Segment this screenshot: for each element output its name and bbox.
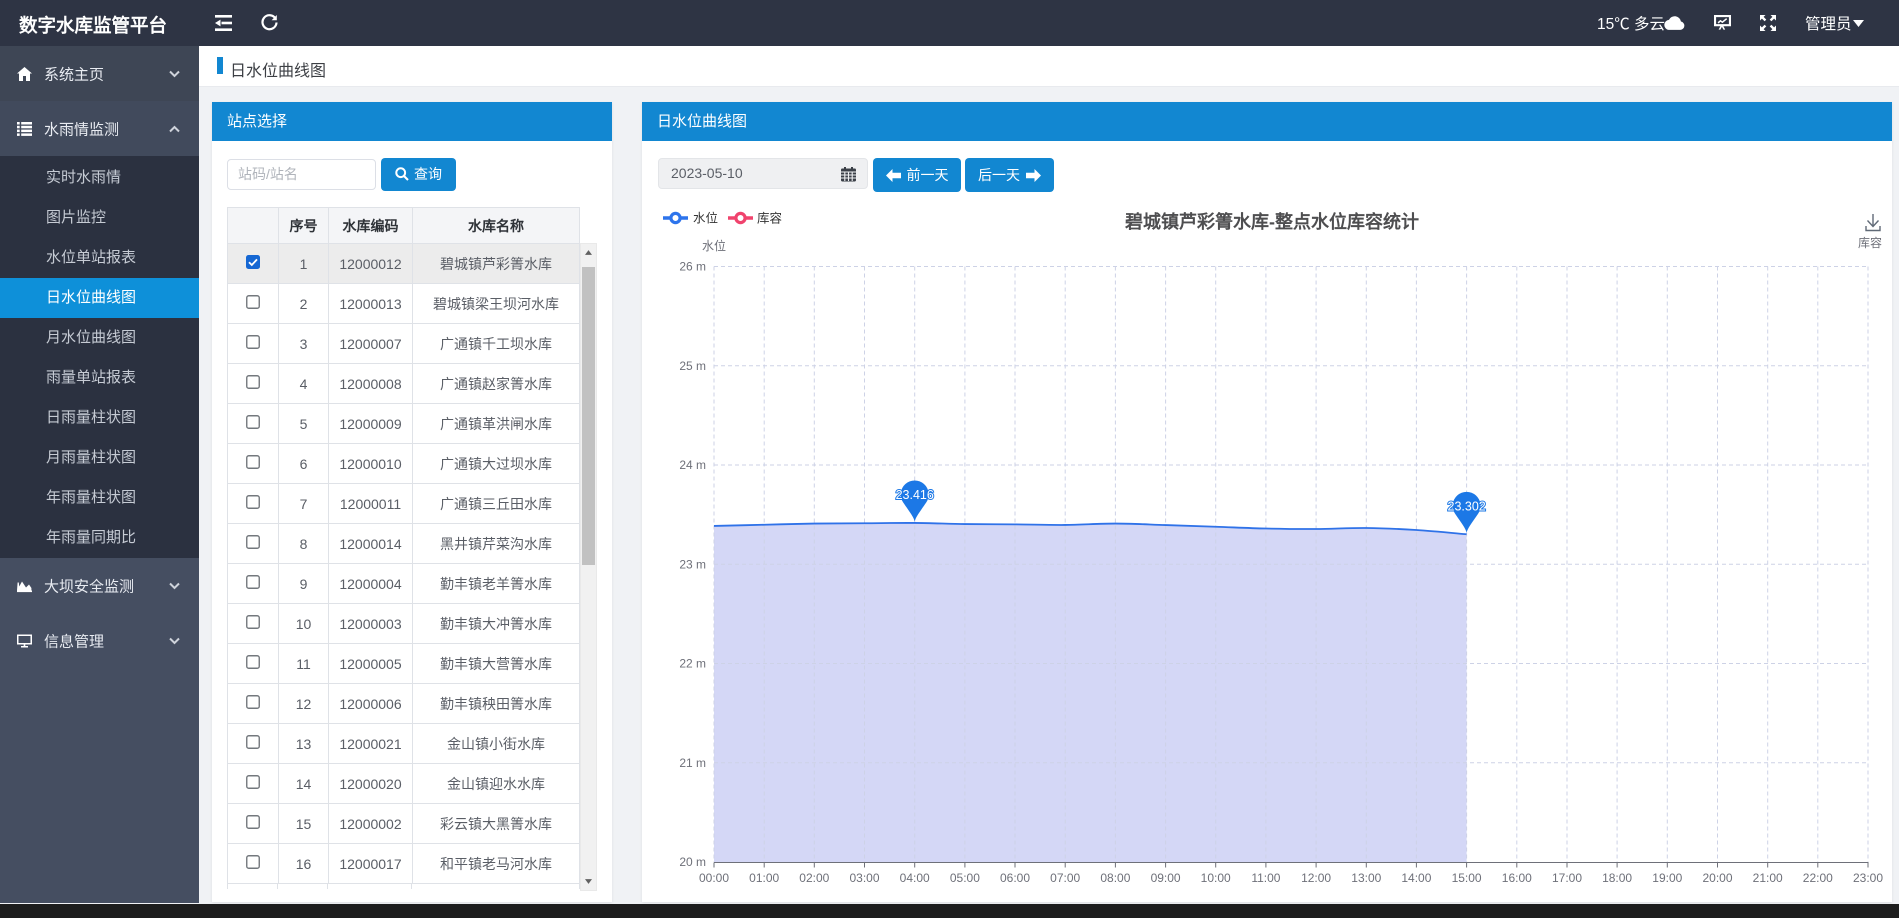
svg-text:11:00: 11:00 bbox=[1251, 871, 1280, 885]
svg-text:05:00: 05:00 bbox=[950, 871, 980, 885]
svg-text:24 m: 24 m bbox=[679, 458, 706, 472]
svg-text:09:00: 09:00 bbox=[1151, 871, 1181, 885]
svg-text:01:00: 01:00 bbox=[749, 871, 779, 885]
svg-text:07:00: 07:00 bbox=[1050, 871, 1080, 885]
svg-text:25 m: 25 m bbox=[679, 359, 706, 373]
svg-text:19:00: 19:00 bbox=[1652, 871, 1682, 885]
svg-text:水位: 水位 bbox=[693, 211, 718, 226]
svg-text:15:00: 15:00 bbox=[1452, 871, 1482, 885]
svg-text:10:00: 10:00 bbox=[1201, 871, 1231, 885]
svg-text:21:00: 21:00 bbox=[1753, 871, 1783, 885]
svg-text:碧城镇芦彩箐水库-整点水位库容统计: 碧城镇芦彩箐水库-整点水位库容统计 bbox=[1124, 211, 1419, 232]
svg-text:23.302: 23.302 bbox=[1447, 499, 1485, 513]
svg-text:08:00: 08:00 bbox=[1100, 871, 1130, 885]
svg-text:17:00: 17:00 bbox=[1552, 871, 1582, 885]
svg-text:23 m: 23 m bbox=[679, 557, 706, 571]
svg-text:12:00: 12:00 bbox=[1301, 871, 1331, 885]
svg-text:04:00: 04:00 bbox=[900, 871, 930, 885]
svg-text:22:00: 22:00 bbox=[1803, 871, 1833, 885]
svg-text:20 m: 20 m bbox=[679, 855, 706, 869]
svg-text:20:00: 20:00 bbox=[1702, 871, 1732, 885]
svg-text:水位: 水位 bbox=[702, 238, 726, 253]
svg-text:26 m: 26 m bbox=[679, 260, 706, 274]
svg-text:库容: 库容 bbox=[757, 211, 782, 226]
svg-text:23.416: 23.416 bbox=[896, 488, 934, 502]
svg-text:18:00: 18:00 bbox=[1602, 871, 1632, 885]
svg-text:03:00: 03:00 bbox=[849, 871, 879, 885]
svg-text:02:00: 02:00 bbox=[799, 871, 829, 885]
svg-text:23:00: 23:00 bbox=[1853, 871, 1883, 885]
svg-text:06:00: 06:00 bbox=[1000, 871, 1030, 885]
svg-text:21 m: 21 m bbox=[679, 756, 706, 770]
svg-text:14:00: 14:00 bbox=[1401, 871, 1431, 885]
svg-text:00:00: 00:00 bbox=[699, 871, 729, 885]
svg-text:库容: 库容 bbox=[1858, 235, 1882, 250]
svg-text:13:00: 13:00 bbox=[1351, 871, 1381, 885]
svg-text:22 m: 22 m bbox=[679, 657, 706, 671]
svg-text:16:00: 16:00 bbox=[1502, 871, 1532, 885]
